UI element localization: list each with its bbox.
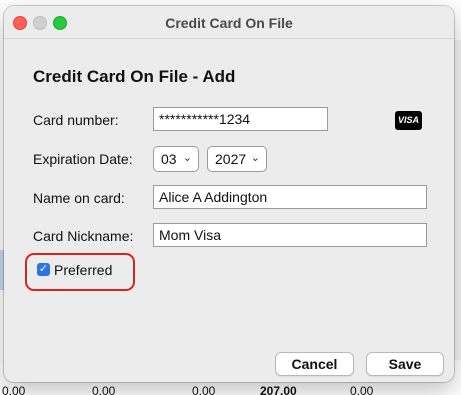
- background-value: 0.00: [2, 384, 26, 395]
- expiration-month-select[interactable]: 03 ⌄: [153, 146, 199, 172]
- title-bar[interactable]: Credit Card On File: [4, 6, 454, 39]
- expiration-year-select[interactable]: 2027 ⌄: [207, 146, 267, 172]
- card-number-label: Card number:: [33, 112, 119, 128]
- background-value: 207.00: [260, 384, 297, 395]
- form-heading: Credit Card On File - Add: [33, 67, 236, 86]
- window-title: Credit Card On File: [165, 15, 293, 31]
- expiration-month-value: 03: [161, 151, 177, 167]
- name-on-card-label: Name on card:: [33, 190, 125, 206]
- cancel-button[interactable]: Cancel: [275, 352, 354, 376]
- preferred-label[interactable]: Preferred: [54, 262, 112, 278]
- chevron-down-icon: ⌄: [250, 152, 260, 164]
- background-value: 0.00: [350, 384, 374, 395]
- card-nickname-field[interactable]: Mom Visa: [153, 223, 427, 247]
- card-nickname-label: Card Nickname:: [33, 228, 134, 244]
- background-value: 0.00: [192, 384, 216, 395]
- background-value: 0.00: [92, 384, 116, 395]
- save-button[interactable]: Save: [366, 352, 444, 376]
- name-on-card-field[interactable]: Alice A Addington: [153, 185, 427, 209]
- card-number-field[interactable]: ***********1234: [153, 107, 328, 131]
- credit-card-dialog: Credit Card On File Credit Card On File …: [4, 6, 454, 382]
- visa-card-icon: VISA: [395, 111, 422, 130]
- chevron-down-icon: ⌄: [182, 152, 192, 164]
- expiration-date-label: Expiration Date:: [33, 151, 133, 167]
- preferred-checkbox[interactable]: ✓: [37, 263, 50, 276]
- background-totals-row: 0.00 0.00 0.00 207.00 0.00: [0, 382, 461, 395]
- expiration-year-value: 2027: [215, 151, 247, 167]
